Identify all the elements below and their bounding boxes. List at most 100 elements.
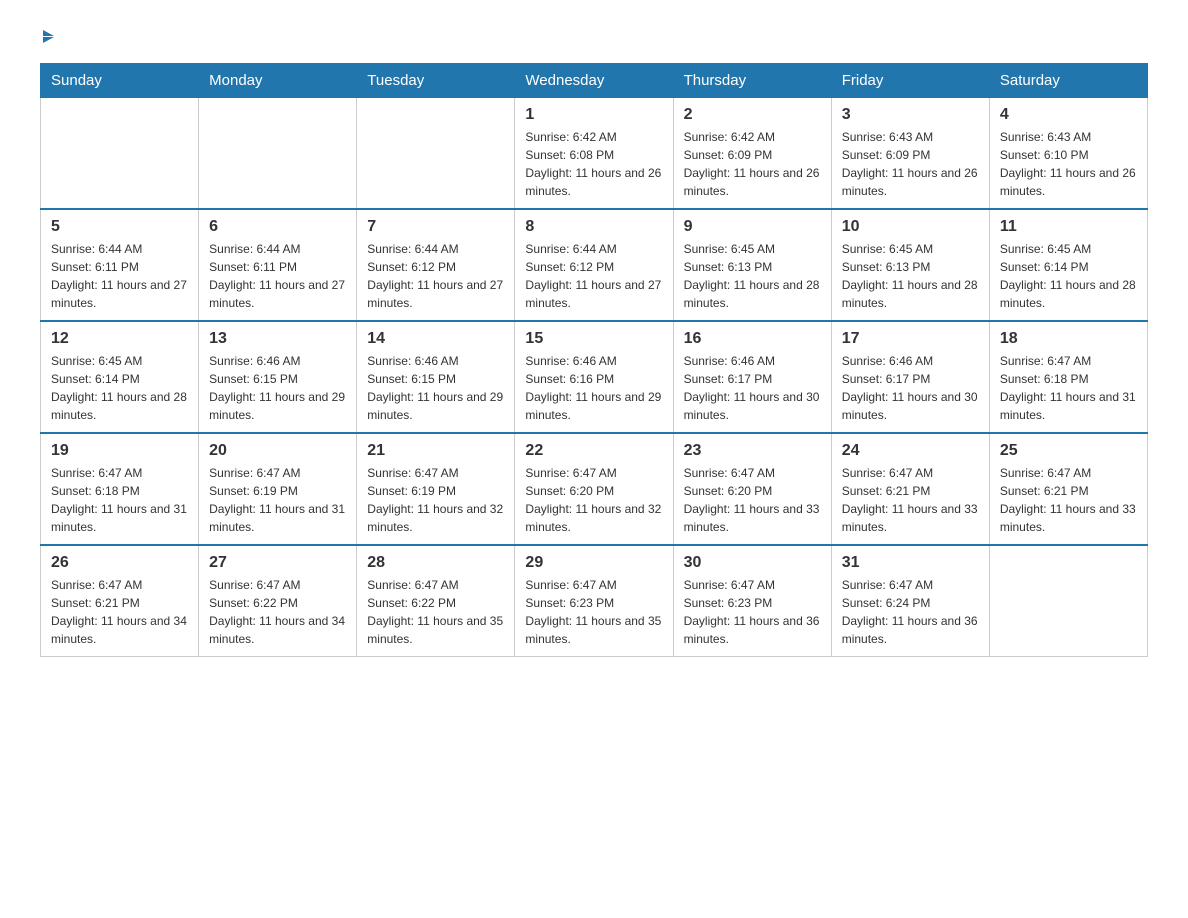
day-info: Sunrise: 6:46 AMSunset: 6:17 PMDaylight:… [842, 352, 979, 424]
day-number: 16 [684, 330, 821, 348]
calendar-cell: 10 Sunrise: 6:45 AMSunset: 6:13 PMDayligh… [831, 209, 989, 321]
day-info: Sunrise: 6:44 AMSunset: 6:11 PMDaylight:… [51, 240, 188, 312]
day-header-thursday: Thursday [673, 64, 831, 98]
day-info: Sunrise: 6:42 AMSunset: 6:08 PMDaylight:… [525, 128, 662, 200]
day-number: 7 [367, 218, 504, 236]
calendar-cell: 13Sunrise: 6:46 AMSunset: 6:15 PMDayligh… [199, 321, 357, 433]
day-info: Sunrise: 6:46 AMSunset: 6:16 PMDaylight:… [525, 352, 662, 424]
day-number: 1 [525, 106, 662, 124]
day-info: Sunrise: 6:47 AMSunset: 6:19 PMDaylight:… [209, 464, 346, 536]
day-number: 12 [51, 330, 188, 348]
calendar-cell: 26Sunrise: 6:47 AMSunset: 6:21 PMDayligh… [41, 545, 199, 657]
day-header-tuesday: Tuesday [357, 64, 515, 98]
calendar-cell: 1 Sunrise: 6:42 AMSunset: 6:08 PMDaylight… [515, 98, 673, 210]
day-info: Sunrise: 6:46 AMSunset: 6:15 PMDaylight:… [209, 352, 346, 424]
day-info: Sunrise: 6:46 AMSunset: 6:17 PMDaylight:… [684, 352, 821, 424]
day-number: 10 [842, 218, 979, 236]
day-info: Sunrise: 6:47 AMSunset: 6:22 PMDaylight:… [209, 576, 346, 648]
day-number: 21 [367, 442, 504, 460]
calendar-cell: 5 Sunrise: 6:44 AMSunset: 6:11 PMDaylight… [41, 209, 199, 321]
day-number: 24 [842, 442, 979, 460]
week-row-3: 12 Sunrise: 6:45 AMSunset: 6:14 PMDayligh… [41, 321, 1148, 433]
calendar-cell: 9 Sunrise: 6:45 AMSunset: 6:13 PMDaylight… [673, 209, 831, 321]
day-number: 23 [684, 442, 821, 460]
day-info: Sunrise: 6:47 AMSunset: 6:21 PMDaylight:… [842, 464, 979, 536]
calendar-cell: 18 Sunrise: 6:47 AMSunset: 6:18 PMDayligh… [989, 321, 1147, 433]
calendar-cell: 2 Sunrise: 6:42 AMSunset: 6:09 PMDaylight… [673, 98, 831, 210]
day-info: Sunrise: 6:44 AMSunset: 6:12 PMDaylight:… [525, 240, 662, 312]
day-number: 14 [367, 330, 504, 348]
day-number: 19 [51, 442, 188, 460]
calendar-cell: 25Sunrise: 6:47 AMSunset: 6:21 PMDayligh… [989, 433, 1147, 545]
week-row-4: 19 Sunrise: 6:47 AMSunset: 6:18 PMDayligh… [41, 433, 1148, 545]
calendar-cell: 28 Sunrise: 6:47 AMSunset: 6:22 PMDayligh… [357, 545, 515, 657]
day-number: 31 [842, 554, 979, 572]
day-header-sunday: Sunday [41, 64, 199, 98]
week-row-2: 5 Sunrise: 6:44 AMSunset: 6:11 PMDaylight… [41, 209, 1148, 321]
calendar-cell: 6 Sunrise: 6:44 AMSunset: 6:11 PMDaylight… [199, 209, 357, 321]
calendar-cell: 12 Sunrise: 6:45 AMSunset: 6:14 PMDayligh… [41, 321, 199, 433]
day-info: Sunrise: 6:42 AMSunset: 6:09 PMDaylight:… [684, 128, 821, 200]
day-info: Sunrise: 6:47 AMSunset: 6:20 PMDaylight:… [525, 464, 662, 536]
calendar-cell [357, 98, 515, 210]
day-number: 15 [525, 330, 662, 348]
page-header [40, 30, 1148, 43]
day-header-friday: Friday [831, 64, 989, 98]
calendar-cell: 3 Sunrise: 6:43 AMSunset: 6:09 PMDaylight… [831, 98, 989, 210]
day-number: 3 [842, 106, 979, 124]
calendar-cell: 27 Sunrise: 6:47 AMSunset: 6:22 PMDayligh… [199, 545, 357, 657]
day-info: Sunrise: 6:43 AMSunset: 6:09 PMDaylight:… [842, 128, 979, 200]
day-info: Sunrise: 6:45 AMSunset: 6:14 PMDaylight:… [1000, 240, 1137, 312]
logo-icon [40, 30, 54, 43]
calendar-cell: 20 Sunrise: 6:47 AMSunset: 6:19 PMDayligh… [199, 433, 357, 545]
logo [40, 30, 54, 43]
calendar-cell: 16 Sunrise: 6:46 AMSunset: 6:17 PMDayligh… [673, 321, 831, 433]
day-info: Sunrise: 6:46 AMSunset: 6:15 PMDaylight:… [367, 352, 504, 424]
day-info: Sunrise: 6:45 AMSunset: 6:13 PMDaylight:… [684, 240, 821, 312]
calendar-cell: 21 Sunrise: 6:47 AMSunset: 6:19 PMDayligh… [357, 433, 515, 545]
day-number: 20 [209, 442, 346, 460]
calendar-cell: 29 Sunrise: 6:47 AMSunset: 6:23 PMDayligh… [515, 545, 673, 657]
day-number: 28 [367, 554, 504, 572]
day-info: Sunrise: 6:47 AMSunset: 6:23 PMDaylight:… [525, 576, 662, 648]
day-info: Sunrise: 6:47 AMSunset: 6:23 PMDaylight:… [684, 576, 821, 648]
day-info: Sunrise: 6:47 AMSunset: 6:19 PMDaylight:… [367, 464, 504, 536]
calendar-cell: 4Sunrise: 6:43 AMSunset: 6:10 PMDaylight… [989, 98, 1147, 210]
day-number: 22 [525, 442, 662, 460]
week-row-1: 1 Sunrise: 6:42 AMSunset: 6:08 PMDaylight… [41, 98, 1148, 210]
day-info: Sunrise: 6:47 AMSunset: 6:18 PMDaylight:… [51, 464, 188, 536]
week-row-5: 26Sunrise: 6:47 AMSunset: 6:21 PMDayligh… [41, 545, 1148, 657]
day-header-monday: Monday [199, 64, 357, 98]
day-info: Sunrise: 6:43 AMSunset: 6:10 PMDaylight:… [1000, 128, 1137, 200]
day-info: Sunrise: 6:44 AMSunset: 6:12 PMDaylight:… [367, 240, 504, 312]
calendar-cell [41, 98, 199, 210]
day-number: 18 [1000, 330, 1137, 348]
day-number: 29 [525, 554, 662, 572]
day-info: Sunrise: 6:47 AMSunset: 6:20 PMDaylight:… [684, 464, 821, 536]
day-number: 2 [684, 106, 821, 124]
day-number: 27 [209, 554, 346, 572]
day-info: Sunrise: 6:45 AMSunset: 6:13 PMDaylight:… [842, 240, 979, 312]
calendar-cell: 30Sunrise: 6:47 AMSunset: 6:23 PMDayligh… [673, 545, 831, 657]
calendar-cell: 22 Sunrise: 6:47 AMSunset: 6:20 PMDayligh… [515, 433, 673, 545]
day-info: Sunrise: 6:47 AMSunset: 6:22 PMDaylight:… [367, 576, 504, 648]
day-header-row: SundayMondayTuesdayWednesdayThursdayFrid… [41, 64, 1148, 98]
calendar-cell: 15 Sunrise: 6:46 AMSunset: 6:16 PMDayligh… [515, 321, 673, 433]
day-number: 25 [1000, 442, 1137, 460]
day-info: Sunrise: 6:47 AMSunset: 6:21 PMDaylight:… [51, 576, 188, 648]
day-info: Sunrise: 6:45 AMSunset: 6:14 PMDaylight:… [51, 352, 188, 424]
day-info: Sunrise: 6:47 AMSunset: 6:18 PMDaylight:… [1000, 352, 1137, 424]
day-info: Sunrise: 6:44 AMSunset: 6:11 PMDaylight:… [209, 240, 346, 312]
calendar-cell: 19 Sunrise: 6:47 AMSunset: 6:18 PMDayligh… [41, 433, 199, 545]
calendar-header: SundayMondayTuesdayWednesdayThursdayFrid… [41, 64, 1148, 98]
calendar-cell: 23 Sunrise: 6:47 AMSunset: 6:20 PMDayligh… [673, 433, 831, 545]
calendar-table: SundayMondayTuesdayWednesdayThursdayFrid… [40, 63, 1148, 657]
calendar-cell: 11Sunrise: 6:45 AMSunset: 6:14 PMDayligh… [989, 209, 1147, 321]
calendar-cell: 24 Sunrise: 6:47 AMSunset: 6:21 PMDayligh… [831, 433, 989, 545]
day-number: 5 [51, 218, 188, 236]
day-number: 6 [209, 218, 346, 236]
day-info: Sunrise: 6:47 AMSunset: 6:24 PMDaylight:… [842, 576, 979, 648]
calendar-cell: 17Sunrise: 6:46 AMSunset: 6:17 PMDayligh… [831, 321, 989, 433]
day-number: 9 [684, 218, 821, 236]
day-number: 8 [525, 218, 662, 236]
